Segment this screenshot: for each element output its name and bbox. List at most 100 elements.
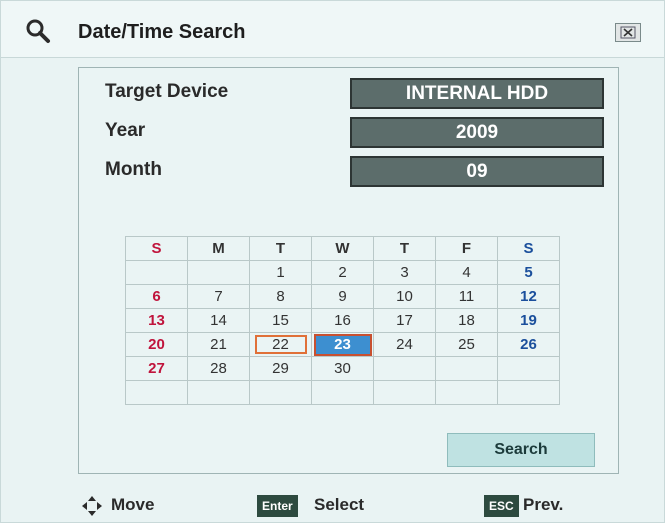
- close-button[interactable]: [615, 23, 641, 42]
- move-hint: Move: [111, 495, 155, 514]
- date-time-search-dialog: Date/Time Search Target Device INTERNAL …: [0, 0, 665, 523]
- year-label: Year: [105, 120, 146, 141]
- calendar-day-number: [436, 359, 497, 378]
- target-device-field[interactable]: INTERNAL HDD: [350, 78, 604, 109]
- calendar-day-number: [312, 383, 373, 402]
- calendar-day-number: 15: [272, 312, 289, 329]
- calendar-day-number: 3: [400, 264, 409, 281]
- calendar-week-row: 1 2 3 4 5: [125, 260, 560, 285]
- calendar-day-number: 5: [524, 264, 533, 281]
- calendar-week-row: [125, 380, 560, 405]
- calendar-day-cell[interactable]: 25: [435, 332, 498, 357]
- weekday-header-row: S M T W T F S: [125, 236, 560, 261]
- calendar-empty-cell: [311, 380, 374, 405]
- calendar-day-number: 1: [276, 264, 285, 281]
- calendar-day-cell[interactable]: 6: [125, 284, 188, 309]
- calendar-empty-cell: [187, 380, 250, 405]
- calendar-day-number: 6: [152, 288, 161, 305]
- calendar-day-number: 21: [210, 336, 227, 353]
- weekday-header: S: [125, 236, 188, 261]
- title-bar: Date/Time Search: [1, 1, 664, 58]
- search-button[interactable]: Search: [447, 433, 595, 467]
- calendar-day-cell[interactable]: 12: [497, 284, 560, 309]
- calendar-empty-cell: [497, 356, 560, 381]
- calendar-day-cell[interactable]: 22: [249, 332, 312, 357]
- search-icon: [26, 19, 50, 43]
- calendar-day-number: 17: [396, 312, 413, 329]
- calendar-empty-cell: [249, 380, 312, 405]
- calendar-day-number: 29: [272, 360, 289, 377]
- calendar-day-cell[interactable]: 30: [311, 356, 374, 381]
- calendar-day-cell[interactable]: 20: [125, 332, 188, 357]
- move-arrows-icon: [82, 496, 102, 516]
- select-hint: Select: [314, 495, 365, 514]
- calendar-empty-cell: [435, 380, 498, 405]
- calendar-day-cell[interactable]: 7: [187, 284, 250, 309]
- calendar-day-cell[interactable]: 17: [373, 308, 436, 333]
- calendar-day-number: [250, 383, 311, 402]
- close-icon: [620, 26, 636, 39]
- calendar-day-number: [188, 263, 249, 282]
- calendar-day-number: 20: [148, 336, 165, 353]
- calendar-day-number: [498, 359, 559, 378]
- calendar-day-number: [126, 263, 187, 282]
- calendar-day-cell[interactable]: 4: [435, 260, 498, 285]
- calendar-day-number: 4: [462, 264, 471, 281]
- calendar-day-number: 10: [396, 288, 413, 305]
- calendar-day-cell[interactable]: 10: [373, 284, 436, 309]
- esc-key-badge: ESC: [484, 495, 519, 517]
- calendar-day-number: 11: [458, 288, 475, 305]
- calendar-day-cell[interactable]: 19: [497, 308, 560, 333]
- calendar-day-number: 30: [334, 360, 351, 377]
- prev-hint: Prev.: [523, 495, 564, 514]
- calendar-grid: S M T W T F S 1 2 3 4 5 6 7 8 9 10 11 12 13 14 15 16 17 1…: [125, 236, 560, 405]
- calendar-day-cell[interactable]: 24: [373, 332, 436, 357]
- calendar-day-cell[interactable]: 9: [311, 284, 374, 309]
- calendar-day-number: 24: [396, 336, 413, 353]
- calendar-day-cell[interactable]: 15: [249, 308, 312, 333]
- calendar-day-selected: 23: [313, 333, 372, 356]
- calendar-week-row: 6 7 8 9 10 11 12: [125, 284, 560, 309]
- calendar-day-number: 25: [458, 336, 475, 353]
- calendar-day-cell[interactable]: 8: [249, 284, 312, 309]
- calendar-day-cell[interactable]: 3: [373, 260, 436, 285]
- calendar-day-cell[interactable]: 23: [311, 332, 374, 357]
- calendar-day-number: [436, 383, 497, 402]
- weekday-header: T: [249, 236, 312, 261]
- calendar-week-row: 13 14 15 16 17 18 19: [125, 308, 560, 333]
- weekday-header: W: [311, 236, 374, 261]
- weekday-header: F: [435, 236, 498, 261]
- calendar-day-cell[interactable]: 26: [497, 332, 560, 357]
- calendar-day-highlighted: 22: [254, 335, 307, 354]
- calendar-empty-cell: [497, 380, 560, 405]
- calendar-day-cell[interactable]: 27: [125, 356, 188, 381]
- calendar-day-number: 9: [338, 288, 347, 305]
- calendar-day-cell[interactable]: 18: [435, 308, 498, 333]
- calendar-day-number: 12: [520, 288, 537, 305]
- year-field[interactable]: 2009: [350, 117, 604, 148]
- dialog-title: Date/Time Search: [78, 21, 246, 43]
- calendar-day-number: 26: [520, 336, 537, 353]
- month-field[interactable]: 09: [350, 156, 604, 187]
- calendar-day-cell[interactable]: 28: [187, 356, 250, 381]
- calendar-day-number: [498, 383, 559, 402]
- enter-key-badge: Enter: [257, 495, 298, 517]
- calendar-day-number: 2: [338, 264, 347, 281]
- weekday-header: T: [373, 236, 436, 261]
- calendar-day-cell[interactable]: 21: [187, 332, 250, 357]
- calendar-day-number: [188, 383, 249, 402]
- calendar-day-cell[interactable]: 29: [249, 356, 312, 381]
- month-label: Month: [105, 159, 162, 180]
- calendar-day-cell[interactable]: 13: [125, 308, 188, 333]
- calendar-empty-cell: [373, 356, 436, 381]
- calendar-day-cell[interactable]: 16: [311, 308, 374, 333]
- calendar-day-cell[interactable]: 14: [187, 308, 250, 333]
- calendar-day-cell[interactable]: 1: [249, 260, 312, 285]
- calendar-week-row: 20 21 22 23 24 25 26: [125, 332, 560, 357]
- calendar-day-cell[interactable]: 11: [435, 284, 498, 309]
- calendar-day-cell[interactable]: 2: [311, 260, 374, 285]
- calendar-empty-cell: [125, 260, 188, 285]
- calendar-day-number: 7: [214, 288, 223, 305]
- weekday-header: S: [497, 236, 560, 261]
- calendar-day-cell[interactable]: 5: [497, 260, 560, 285]
